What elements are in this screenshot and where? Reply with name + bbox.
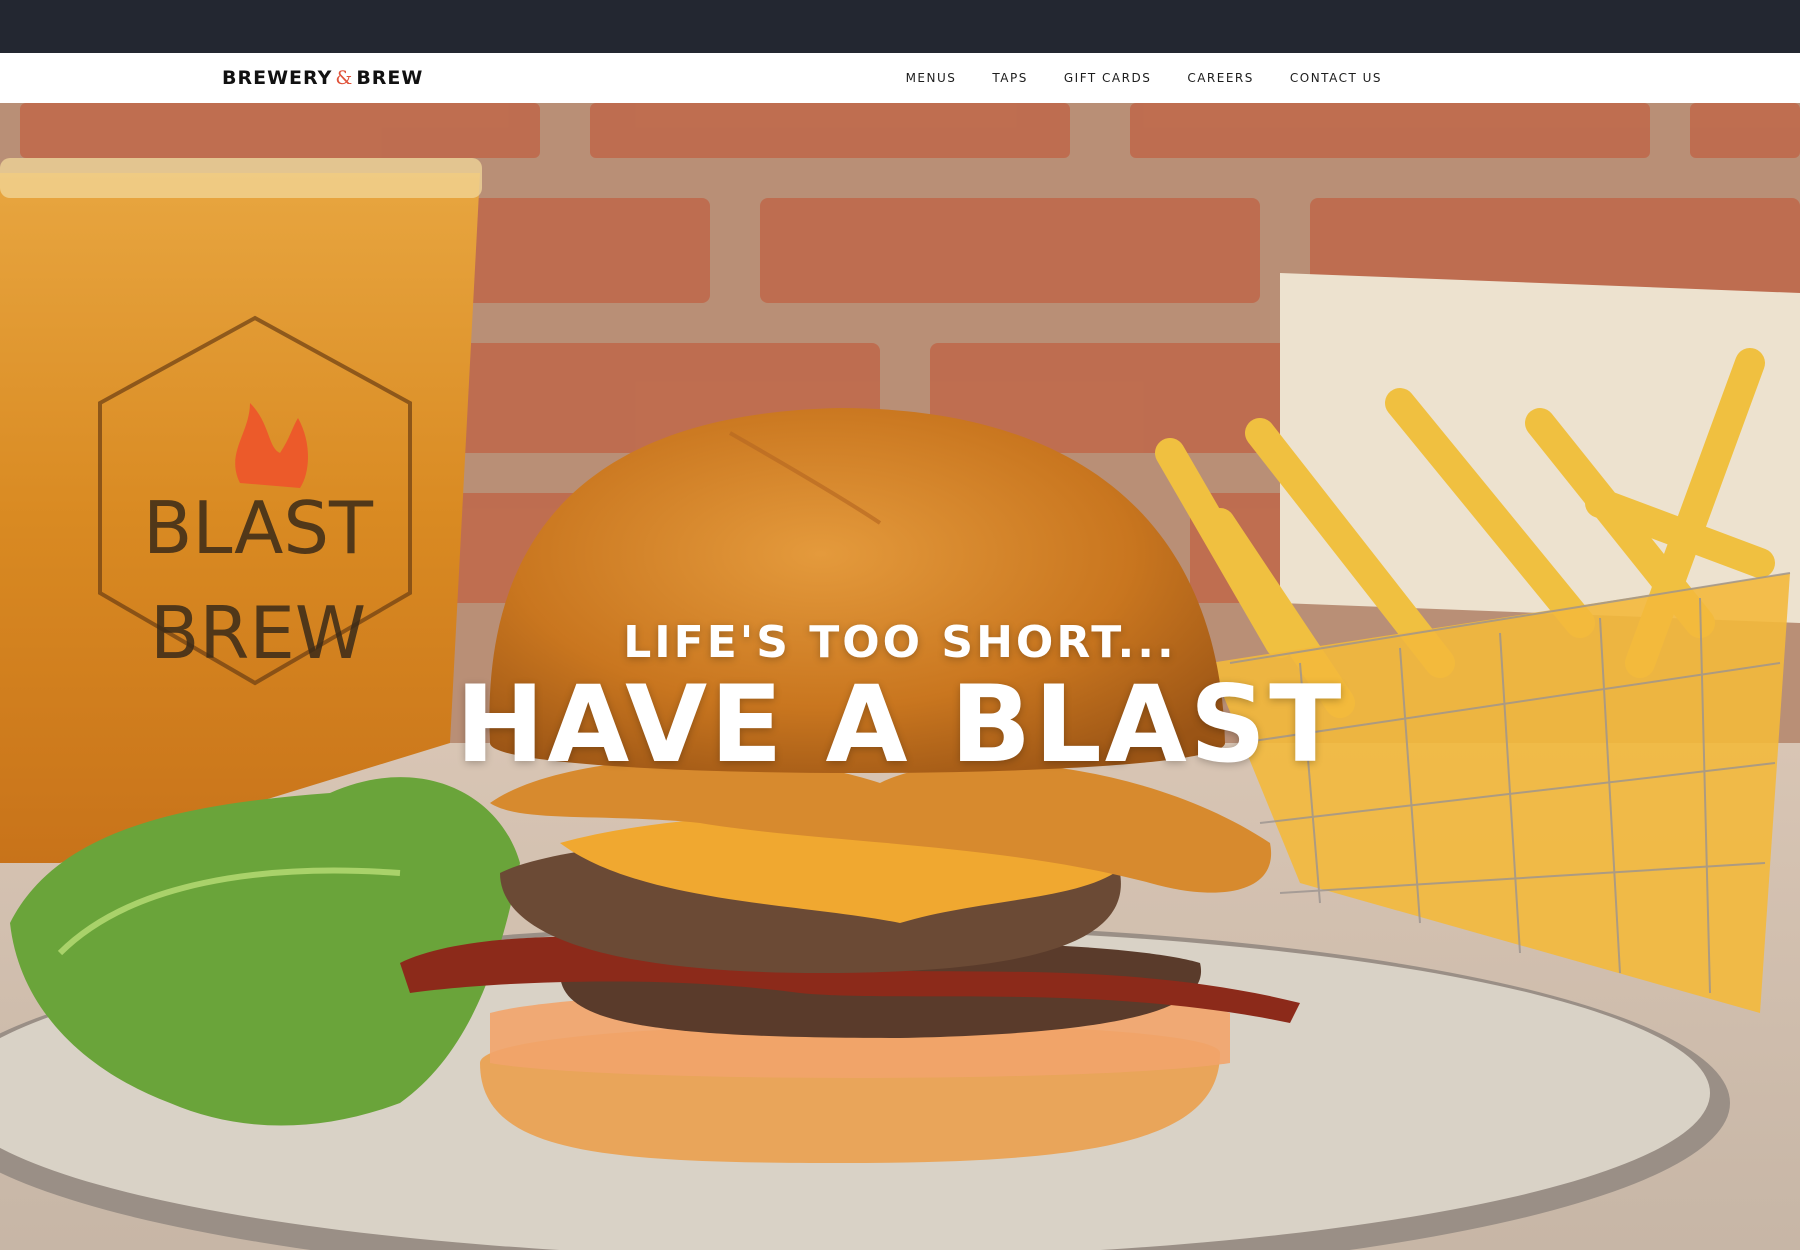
hero-tagline: LIFE'S TOO SHORT...: [623, 617, 1177, 668]
logo-word-brewery: BREWERY: [222, 67, 333, 89]
nav-contact-us[interactable]: CONTACT US: [1290, 71, 1382, 85]
logo-ampersand: &: [335, 67, 354, 89]
nav-careers[interactable]: CAREERS: [1187, 71, 1254, 85]
hero-title: HAVE A BLAST: [455, 663, 1345, 786]
top-bar: [0, 0, 1800, 53]
logo-word-brew: BREW: [356, 67, 424, 89]
nav-menus[interactable]: MENUS: [906, 71, 957, 85]
main-nav: MENUS TAPS GIFT CARDS CAREERS CONTACT US: [870, 53, 1382, 103]
hero-section: BLAST BREW LIFE'S TOO SHORT... HAVE A BL…: [0, 103, 1800, 1250]
brand-logo[interactable]: BREWERY & BREW: [222, 63, 423, 93]
nav-gift-cards[interactable]: GIFT CARDS: [1064, 71, 1151, 85]
site-header: BREWERY & BREW MENUS TAPS GIFT CARDS CAR…: [0, 53, 1800, 103]
nav-taps[interactable]: TAPS: [992, 71, 1027, 85]
glass-logo-line1: BLAST: [143, 486, 374, 570]
hero-headline: LIFE'S TOO SHORT... HAVE A BLAST: [0, 618, 1800, 780]
